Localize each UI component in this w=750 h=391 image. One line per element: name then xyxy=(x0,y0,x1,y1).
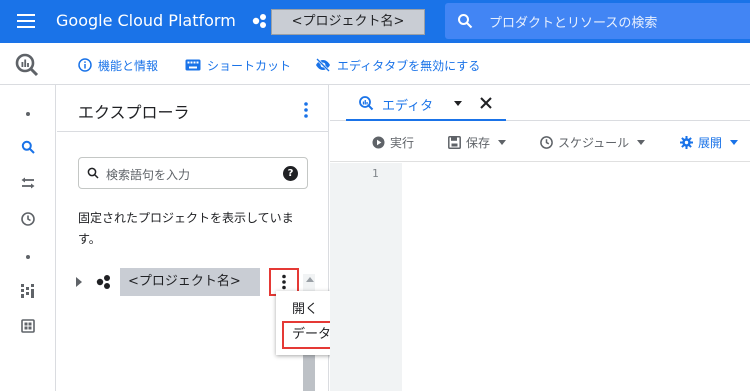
info-icon xyxy=(78,58,92,72)
scrollbar-thumb[interactable] xyxy=(303,355,315,391)
menu-icon[interactable] xyxy=(17,13,35,29)
disable-editor-tabs-label: エディタタブを無効にする xyxy=(337,58,481,73)
deploy-label: 展開 xyxy=(698,135,723,150)
tab-editor-label: エディタ xyxy=(382,99,434,114)
chevron-down-icon xyxy=(637,139,646,145)
run-label: 実行 xyxy=(390,135,415,150)
transfer-arrows-icon xyxy=(21,177,35,189)
save-button[interactable]: 保存 xyxy=(448,133,507,151)
pinned-projects-text: 固定されたプロジェクトを表示しています。 xyxy=(78,211,294,246)
run-button[interactable]: 実行 xyxy=(372,133,414,151)
save-label: 保存 xyxy=(466,135,491,150)
chevron-down-icon xyxy=(498,139,507,145)
menu-item-open[interactable]: 開く xyxy=(292,298,318,317)
project-hexagons-icon xyxy=(252,14,266,28)
help-icon[interactable]: ? xyxy=(283,166,298,181)
brand-title[interactable]: Google Cloud Platform xyxy=(56,11,236,30)
close-icon[interactable] xyxy=(478,95,494,111)
search-icon xyxy=(87,167,99,179)
analytics-hub-icon xyxy=(21,284,34,298)
schedule-label: スケジュール xyxy=(558,135,630,150)
features-info-link[interactable]: 機能と情報 xyxy=(78,56,158,74)
rail-search-button[interactable] xyxy=(18,137,38,157)
search-icon xyxy=(458,14,473,29)
explorer-search-placeholder: 検索語句を入力 xyxy=(106,168,191,182)
rail-dot-separator xyxy=(26,112,30,116)
tab-editor[interactable]: エディタ xyxy=(346,85,506,121)
rail-dot-separator xyxy=(26,255,30,259)
rail-analytics-hub-button[interactable] xyxy=(18,281,38,301)
explorer-divider xyxy=(57,131,328,132)
project-selector[interactable]: <プロジェクト名> xyxy=(271,9,425,35)
top-app-bar: Google Cloud Platform <プロジェクト名> プロダクトとリソ… xyxy=(0,0,750,43)
sql-editor-area[interactable] xyxy=(402,163,750,391)
more-vert-icon xyxy=(282,274,286,290)
editor-toolbar: 実行 保存 スケジュール 展開 xyxy=(330,122,750,162)
explorer-more-vert-icon[interactable] xyxy=(300,101,312,119)
chevron-down-icon xyxy=(730,139,739,145)
features-info-label: 機能と情報 xyxy=(98,58,159,73)
line-number: 1 xyxy=(372,167,379,180)
clock-icon xyxy=(540,135,553,149)
save-icon xyxy=(448,135,461,149)
clock-icon xyxy=(21,212,35,226)
schedule-button[interactable]: スケジュール xyxy=(540,133,646,151)
gear-icon xyxy=(680,135,693,149)
rail-history-button[interactable] xyxy=(18,209,38,229)
line-number-gutter: 1 xyxy=(330,163,402,391)
explorer-title: エクスプローラ xyxy=(78,103,190,122)
bigquery-subbar: 機能と情報 ショートカット エディタタブを無効にする xyxy=(0,43,750,85)
bigquery-query-icon xyxy=(359,96,374,111)
expand-caret-icon[interactable] xyxy=(76,277,82,287)
explorer-search-input[interactable]: 検索語句を入力 ? xyxy=(78,157,308,189)
rail-transfer-button[interactable] xyxy=(18,173,38,193)
editor-tab-bar: エディタ xyxy=(330,85,750,121)
shortcuts-link[interactable]: ショートカット xyxy=(185,56,291,74)
bigquery-logo-icon[interactable] xyxy=(14,52,40,78)
dashboard-icon xyxy=(21,319,35,333)
rail-dashboard-button[interactable] xyxy=(18,316,38,336)
search-icon xyxy=(21,140,35,154)
project-name-node[interactable]: <プロジェクト名> xyxy=(120,268,260,296)
scroll-up-arrow-icon[interactable] xyxy=(306,277,314,282)
product-search-field[interactable]: プロダクトとリソースの検索 xyxy=(445,3,750,39)
play-circle-icon xyxy=(372,136,385,148)
deploy-button[interactable]: 展開 xyxy=(680,133,739,151)
chevron-down-icon[interactable] xyxy=(454,101,462,106)
keyboard-icon xyxy=(185,59,201,71)
project-hexagons-icon xyxy=(96,275,110,289)
disable-editor-tabs-link[interactable]: エディタタブを無効にする xyxy=(315,56,480,74)
search-placeholder: プロダクトとリソースの検索 xyxy=(489,16,658,31)
shortcuts-label: ショートカット xyxy=(207,58,292,73)
eye-off-icon xyxy=(316,58,330,72)
left-nav-rail xyxy=(0,85,56,391)
